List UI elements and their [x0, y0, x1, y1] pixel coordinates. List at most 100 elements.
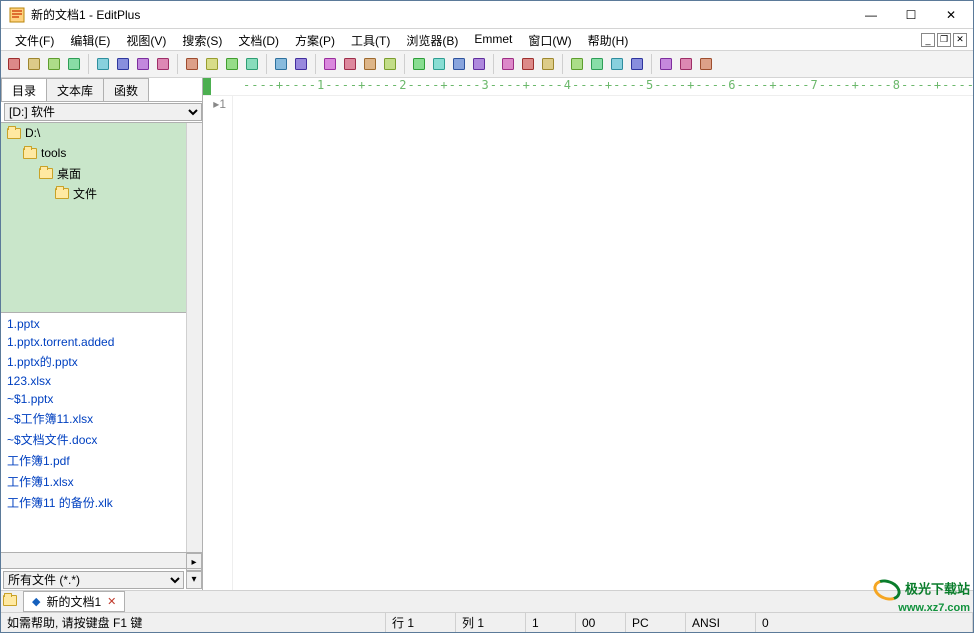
tree-scrollbar[interactable]: [186, 123, 202, 313]
file-item[interactable]: ~$工作簿11.xlsx: [3, 408, 184, 429]
toolbar-replace-icon[interactable]: [361, 55, 379, 73]
toolbar-help-icon[interactable]: [697, 55, 715, 73]
toolbar-paste-icon[interactable]: [223, 55, 241, 73]
toolbar-swap-icon[interactable]: [154, 55, 172, 73]
toolbar-goto-icon[interactable]: [381, 55, 399, 73]
tree-item-label: D:\: [25, 126, 40, 140]
mdi-close[interactable]: ✕: [953, 33, 967, 47]
drive-selector-bar: [D:] 软件: [1, 101, 202, 123]
toolbar-run-icon[interactable]: [657, 55, 675, 73]
mdi-controls: _ ❐ ✕: [921, 29, 967, 50]
folder-icon: [7, 128, 21, 139]
toolbar-font-bold-icon[interactable]: [410, 55, 428, 73]
tree-item-label: 桌面: [57, 165, 81, 182]
toolbar-new-file-icon[interactable]: [5, 55, 23, 73]
file-item[interactable]: 工作簿1.xlsx: [3, 471, 184, 492]
status-mode: PC: [626, 613, 686, 632]
menu-document[interactable]: 文档(D): [230, 29, 287, 50]
toolbar-columns-icon[interactable]: [519, 55, 537, 73]
drive-select[interactable]: [D:] 软件: [4, 103, 202, 121]
toolbar-save-icon[interactable]: [45, 55, 63, 73]
minimize-button[interactable]: —: [851, 1, 891, 29]
filter-menu-button[interactable]: ▾: [186, 571, 202, 589]
toolbar-save-all-icon[interactable]: [65, 55, 83, 73]
tree-item[interactable]: D:\: [1, 123, 186, 143]
mdi-minimize[interactable]: _: [921, 33, 935, 47]
toolbar-copy-icon[interactable]: [203, 55, 221, 73]
maximize-button[interactable]: ☐: [891, 1, 931, 29]
doc-modified-icon: ◆: [32, 595, 40, 608]
line-gutter: ▸1: [203, 96, 233, 590]
toolbar-highlight-icon[interactable]: [450, 55, 468, 73]
file-list[interactable]: 1.pptx1.pptx.torrent.added1.pptx的.pptx12…: [1, 313, 186, 552]
toolbar-browser-view-icon[interactable]: [608, 55, 626, 73]
sidebar-tab-directory[interactable]: 目录: [1, 78, 46, 102]
toolbar-font-color-icon[interactable]: [430, 55, 448, 73]
toolbar-settings-icon[interactable]: [539, 55, 557, 73]
tree-item[interactable]: 桌面: [1, 163, 186, 183]
menu-emmet[interactable]: Emmet: [466, 29, 520, 50]
toolbar-cut-icon[interactable]: [183, 55, 201, 73]
file-item[interactable]: 1.pptx.torrent.added: [3, 333, 184, 351]
close-button[interactable]: ✕: [931, 1, 971, 29]
window-title: 新的文档1 - EditPlus: [31, 6, 851, 23]
menu-window[interactable]: 窗口(W): [520, 29, 579, 50]
toolbar-word-wrap-icon[interactable]: [470, 55, 488, 73]
toolbar-undo-icon[interactable]: [272, 55, 290, 73]
document-tab[interactable]: ◆ 新的文档1 ✕: [23, 591, 125, 612]
menu-project[interactable]: 方案(P): [287, 29, 343, 50]
toolbar: [1, 51, 973, 78]
titlebar: 新的文档1 - EditPlus — ☐ ✕: [1, 1, 973, 29]
toolbar-print-preview-icon[interactable]: [114, 55, 132, 73]
menu-search[interactable]: 搜索(S): [174, 29, 230, 50]
tree-item[interactable]: tools: [1, 143, 186, 163]
menu-help[interactable]: 帮助(H): [580, 29, 637, 50]
menu-file[interactable]: 文件(F): [7, 29, 62, 50]
file-item[interactable]: ~$1.pptx: [3, 390, 184, 408]
tree-item[interactable]: 文件: [1, 183, 186, 203]
sidebar-tabs: 目录 文本库 函数: [1, 78, 202, 102]
folder-tree[interactable]: D:\ tools 桌面文件: [1, 123, 186, 313]
text-editor[interactable]: [233, 96, 973, 590]
sidebar-tab-functions[interactable]: 函数: [103, 78, 149, 102]
toolbar-open-file-icon[interactable]: [25, 55, 43, 73]
toolbar-delete-icon[interactable]: [243, 55, 261, 73]
file-item[interactable]: 1.pptx的.pptx: [3, 351, 184, 372]
menu-view[interactable]: 视图(V): [118, 29, 174, 50]
watermark: 极光下载站 www.xz7.com: [873, 580, 970, 615]
file-item[interactable]: 工作簿11 的备份.xlk: [3, 492, 184, 513]
filelist-hscroll[interactable]: [1, 553, 186, 568]
editor: ▸1: [203, 96, 973, 590]
filelist-scrollbar[interactable]: [186, 313, 202, 552]
toolbar-browser-back-icon[interactable]: [628, 55, 646, 73]
status-ovr: 0: [756, 613, 973, 632]
watermark-logo-icon: [870, 576, 903, 604]
mdi-restore[interactable]: ❐: [937, 33, 951, 47]
sidebar-tab-textlib[interactable]: 文本库: [46, 78, 103, 102]
toolbar-find-selection-icon[interactable]: [341, 55, 359, 73]
editor-area: ----+----1----+----2----+----3----+----4…: [203, 78, 973, 590]
file-item[interactable]: 工作簿1.pdf: [3, 450, 184, 471]
watermark-text: 极光下载站: [905, 581, 970, 596]
status-selection: 00: [576, 613, 626, 632]
toolbar-redo-icon[interactable]: [292, 55, 310, 73]
document-tabs: ◆ 新的文档1 ✕: [1, 590, 973, 612]
ruler-origin-marker: [203, 78, 211, 96]
menu-edit[interactable]: 编辑(E): [62, 29, 118, 50]
file-item[interactable]: ~$文档文件.docx: [3, 429, 184, 450]
toolbar-print-icon[interactable]: [94, 55, 112, 73]
menu-tools[interactable]: 工具(T): [343, 29, 398, 50]
file-item[interactable]: 123.xlsx: [3, 372, 184, 390]
toolbar-browser-internal-icon[interactable]: [568, 55, 586, 73]
toolbar-spell-icon[interactable]: [134, 55, 152, 73]
doctab-folder-icon[interactable]: [3, 595, 19, 609]
toolbar-find-icon[interactable]: [321, 55, 339, 73]
toolbar-indent-icon[interactable]: [499, 55, 517, 73]
document-tab-close-icon[interactable]: ✕: [107, 595, 116, 608]
file-item[interactable]: 1.pptx: [3, 315, 184, 333]
menu-bar: 文件(F) 编辑(E) 视图(V) 搜索(S) 文档(D) 方案(P) 工具(T…: [1, 29, 973, 51]
file-filter-select[interactable]: 所有文件 (*.*): [3, 571, 184, 589]
menu-browser[interactable]: 浏览器(B): [398, 29, 466, 50]
toolbar-browser-external-icon[interactable]: [588, 55, 606, 73]
toolbar-macro-icon[interactable]: [677, 55, 695, 73]
